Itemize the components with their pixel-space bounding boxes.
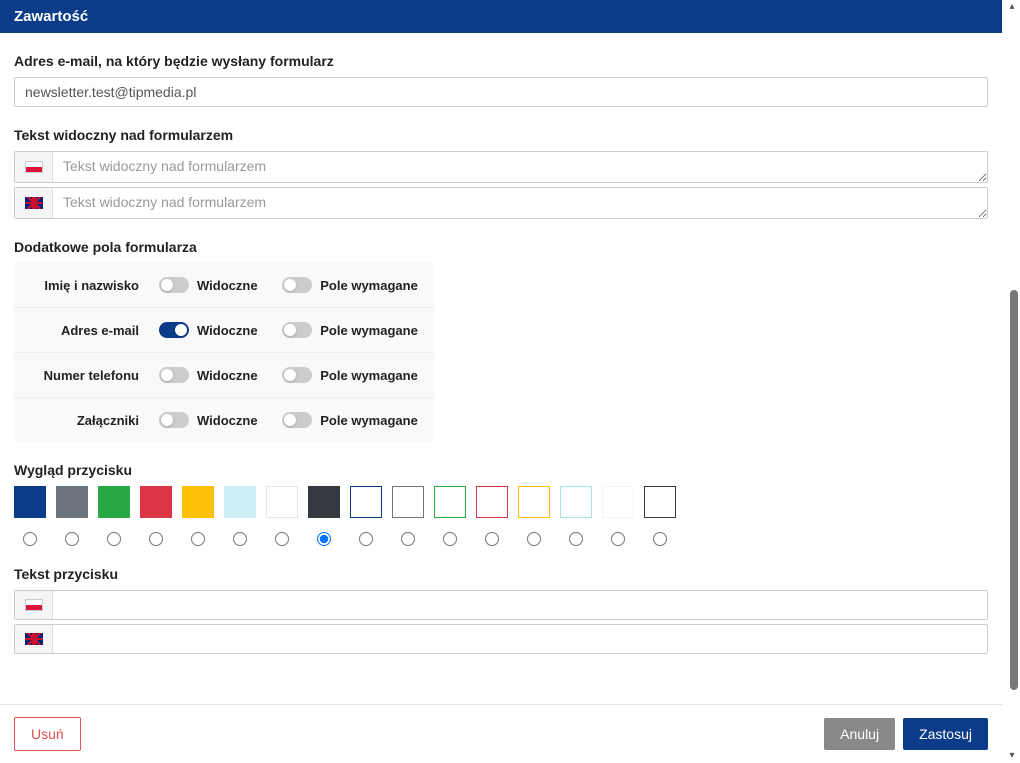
color-radio[interactable] xyxy=(149,532,163,546)
swatch-row xyxy=(14,486,988,518)
color-swatch[interactable] xyxy=(476,486,508,518)
extra-fields-section: Dodatkowe pola formularza Imię i nazwisk… xyxy=(14,239,988,442)
above-text-input-en[interactable] xyxy=(53,188,987,218)
required-toggle-label: Pole wymagane xyxy=(320,368,418,383)
color-radio[interactable] xyxy=(275,532,289,546)
color-swatch[interactable] xyxy=(602,486,634,518)
color-swatch[interactable] xyxy=(266,486,298,518)
apply-button[interactable]: Zastosuj xyxy=(903,718,988,750)
cancel-button[interactable]: Anuluj xyxy=(824,718,895,750)
color-swatch[interactable] xyxy=(56,486,88,518)
visible-toggle[interactable] xyxy=(159,322,189,338)
flag-en-icon xyxy=(15,625,53,653)
color-swatch[interactable] xyxy=(140,486,172,518)
flag-pl-icon xyxy=(15,591,53,619)
button-text-row-pl xyxy=(14,590,988,620)
email-input[interactable] xyxy=(14,77,988,107)
visible-toggle-label: Widoczne xyxy=(197,368,258,383)
color-radio[interactable] xyxy=(107,532,121,546)
color-swatch[interactable] xyxy=(560,486,592,518)
button-text-input-pl[interactable] xyxy=(53,591,987,619)
color-radio[interactable] xyxy=(401,532,415,546)
visible-toggle-label: Widoczne xyxy=(197,413,258,428)
flag-pl-icon xyxy=(15,152,53,182)
footer-right: Anuluj Zastosuj xyxy=(824,718,988,750)
color-swatch[interactable] xyxy=(518,486,550,518)
color-radio[interactable] xyxy=(443,532,457,546)
scrollbar-down-icon[interactable]: ▾ xyxy=(1007,751,1017,761)
visible-toggle[interactable] xyxy=(159,277,189,293)
above-text-label: Tekst widoczny nad formularzem xyxy=(14,127,988,143)
color-radio[interactable] xyxy=(569,532,583,546)
above-text-row-pl xyxy=(14,151,988,183)
above-text-section: Tekst widoczny nad formularzem xyxy=(14,127,988,219)
color-swatch[interactable] xyxy=(392,486,424,518)
button-text-input-en[interactable] xyxy=(53,625,987,653)
button-text-section: Tekst przycisku xyxy=(14,566,988,654)
color-radio[interactable] xyxy=(23,532,37,546)
field-name-label: Załączniki xyxy=(14,398,149,443)
required-toggle[interactable] xyxy=(282,367,312,383)
visible-toggle-label: Widoczne xyxy=(197,278,258,293)
color-swatch[interactable] xyxy=(350,486,382,518)
visible-toggle[interactable] xyxy=(159,412,189,428)
above-text-input-pl[interactable] xyxy=(53,152,987,182)
color-radio[interactable] xyxy=(65,532,79,546)
fields-row: Załączniki Widoczne Pole wymagane xyxy=(14,398,434,443)
extra-fields-table: Imię i nazwiskoWidocznePole wymaganeAdre… xyxy=(14,263,434,442)
scrollbar[interactable]: ▴ ▾ xyxy=(1002,0,1020,763)
fields-row: Imię i nazwisko Widoczne Pole wymagane xyxy=(14,263,434,308)
field-name-label: Numer telefonu xyxy=(14,353,149,398)
color-swatch[interactable] xyxy=(644,486,676,518)
color-swatch[interactable] xyxy=(224,486,256,518)
color-radio[interactable] xyxy=(317,532,331,546)
button-text-label: Tekst przycisku xyxy=(14,566,988,582)
swatch-radio-row xyxy=(14,532,988,546)
color-radio[interactable] xyxy=(233,532,247,546)
fields-row: Numer telefonu Widoczne Pole wymagane xyxy=(14,353,434,398)
button-text-row-en xyxy=(14,624,988,654)
modal-title: Zawartość xyxy=(14,8,88,25)
extra-fields-label: Dodatkowe pola formularza xyxy=(14,239,988,255)
email-label: Adres e-mail, na który będzie wysłany fo… xyxy=(14,53,988,69)
flag-en-icon xyxy=(15,188,53,218)
color-radio[interactable] xyxy=(359,532,373,546)
color-radio[interactable] xyxy=(527,532,541,546)
modal-footer: Usuń Anuluj Zastosuj xyxy=(0,704,1002,763)
color-radio[interactable] xyxy=(485,532,499,546)
modal-content: Adres e-mail, na który będzie wysłany fo… xyxy=(0,33,1002,704)
scrollbar-thumb[interactable] xyxy=(1010,290,1018,690)
color-radio[interactable] xyxy=(191,532,205,546)
button-style-label: Wygląd przycisku xyxy=(14,462,988,478)
color-swatch[interactable] xyxy=(434,486,466,518)
color-swatch[interactable] xyxy=(308,486,340,518)
color-swatch[interactable] xyxy=(14,486,46,518)
button-style-section: Wygląd przycisku xyxy=(14,462,988,546)
delete-button[interactable]: Usuń xyxy=(14,717,81,751)
field-name-label: Imię i nazwisko xyxy=(14,263,149,308)
required-toggle[interactable] xyxy=(282,412,312,428)
required-toggle-label: Pole wymagane xyxy=(320,278,418,293)
required-toggle-label: Pole wymagane xyxy=(320,413,418,428)
settings-modal: Zawartość Adres e-mail, na który będzie … xyxy=(0,0,1002,763)
modal-header: Zawartość xyxy=(0,0,1002,33)
color-swatch[interactable] xyxy=(98,486,130,518)
fields-row: Adres e-mail Widoczne Pole wymagane xyxy=(14,308,434,353)
email-section: Adres e-mail, na który będzie wysłany fo… xyxy=(14,53,988,107)
color-swatch[interactable] xyxy=(182,486,214,518)
color-radio[interactable] xyxy=(653,532,667,546)
field-name-label: Adres e-mail xyxy=(14,308,149,353)
visible-toggle[interactable] xyxy=(159,367,189,383)
required-toggle-label: Pole wymagane xyxy=(320,323,418,338)
required-toggle[interactable] xyxy=(282,322,312,338)
above-text-row-en xyxy=(14,187,988,219)
visible-toggle-label: Widoczne xyxy=(197,323,258,338)
color-radio[interactable] xyxy=(611,532,625,546)
required-toggle[interactable] xyxy=(282,277,312,293)
scrollbar-up-icon[interactable]: ▴ xyxy=(1007,2,1017,12)
